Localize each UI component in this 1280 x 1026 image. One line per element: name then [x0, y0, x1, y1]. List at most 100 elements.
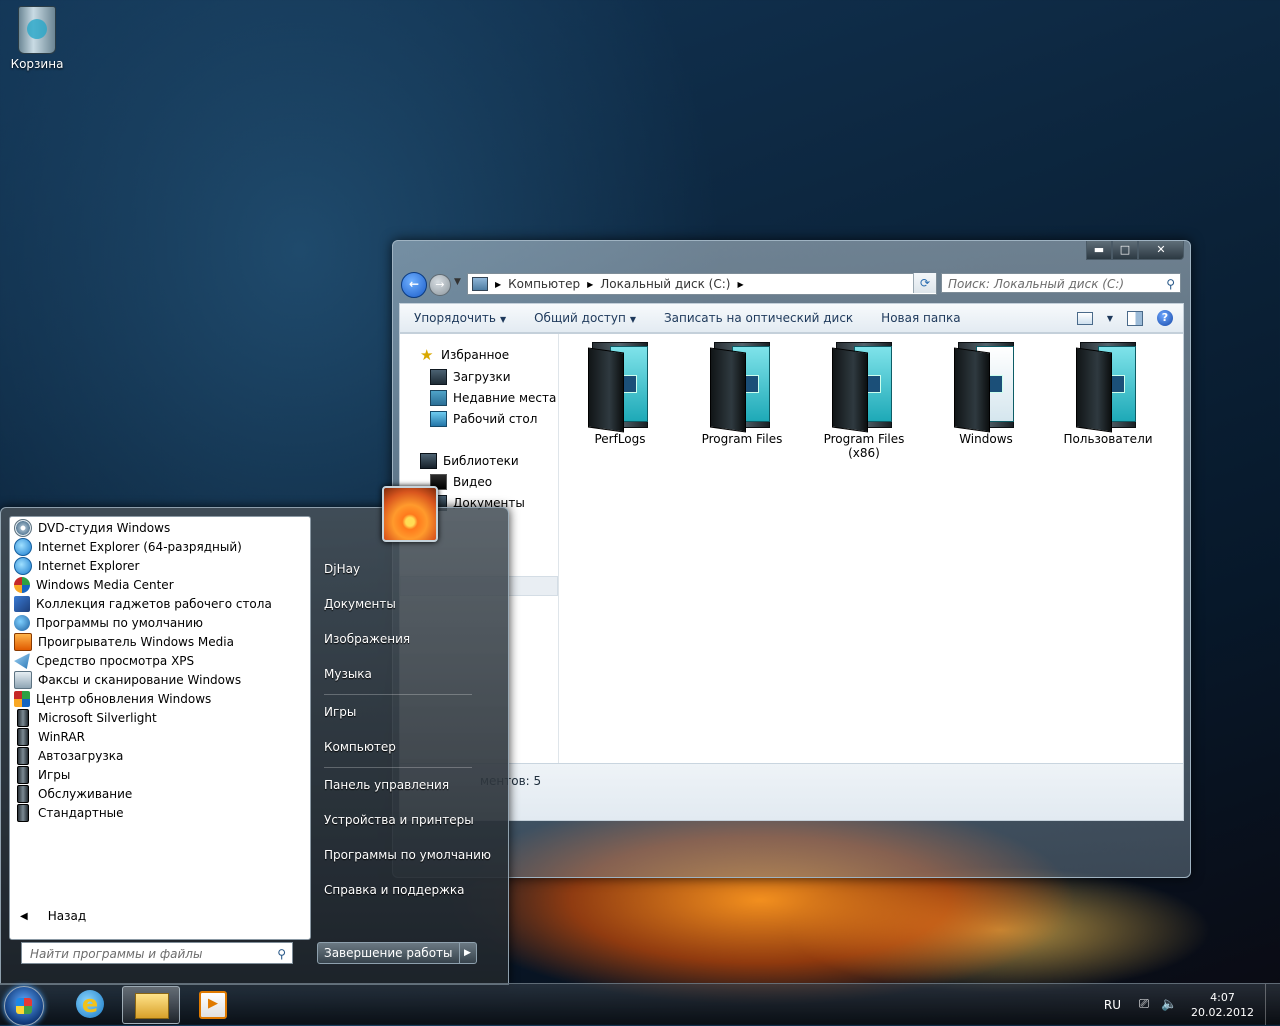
maximize-button[interactable]: □	[1112, 241, 1138, 260]
burn-button[interactable]: Записать на оптический диск	[650, 311, 867, 325]
recent-pages-chevron-icon[interactable]: ▼	[454, 277, 461, 287]
file-item[interactable]: Пользователи	[1053, 340, 1163, 446]
program-item[interactable]: Проигрыватель Windows Media	[14, 633, 234, 651]
xps-viewer-icon	[14, 653, 30, 669]
nav-desktop[interactable]: Рабочий стол	[430, 411, 537, 427]
program-item[interactable]: Программы по умолчанию	[14, 614, 203, 632]
command-bar: Упорядочить ▼ Общий доступ ▼ Записать на о…	[399, 303, 1184, 333]
breadcrumb-local-disk[interactable]: Локальный диск (C:)	[600, 277, 730, 291]
chevron-down-icon: ▼	[499, 315, 507, 324]
fax-scan-icon	[14, 671, 32, 689]
share-button[interactable]: Общий доступ ▼	[520, 311, 650, 325]
search-input[interactable]: Поиск: Локальный диск (C:) ⚲	[941, 273, 1181, 293]
help-icon[interactable]: ?	[1157, 310, 1173, 326]
internet-explorer-icon	[14, 557, 32, 575]
program-folder[interactable]: Автозагрузка	[14, 747, 123, 765]
file-name-suffix: (x86)	[848, 446, 880, 460]
search-icon[interactable]: ⚲	[1166, 274, 1175, 294]
devices-printers-link[interactable]: Устройства и принтеры	[324, 813, 474, 827]
show-desktop-button[interactable]	[1265, 984, 1280, 1025]
forward-arrow-icon[interactable]: →	[429, 274, 451, 296]
program-item[interactable]: Windows Media Center	[14, 576, 174, 594]
program-item[interactable]: Средство просмотра XPS	[14, 652, 194, 670]
pictures-link[interactable]: Изображения	[324, 632, 410, 646]
language-indicator[interactable]: RU	[1104, 998, 1121, 1012]
user-folder-link[interactable]: DjHay	[324, 562, 360, 576]
control-panel-link[interactable]: Панель управления	[324, 778, 449, 792]
default-programs-link[interactable]: Программы по умолчанию	[324, 848, 491, 862]
start-button[interactable]	[4, 986, 44, 1026]
libraries-icon	[420, 453, 437, 469]
recycle-bin[interactable]: Корзина	[8, 6, 66, 71]
chevron-down-icon[interactable]: ▼	[1107, 314, 1113, 323]
program-item[interactable]: Факсы и сканирование Windows	[14, 671, 241, 689]
taskbar-internet-explorer[interactable]: e	[62, 986, 118, 1022]
user-avatar[interactable]	[382, 486, 438, 542]
shutdown-options-arrow-icon[interactable]: ▶	[459, 942, 477, 964]
program-item[interactable]: Internet Explorer (64-разрядный)	[14, 538, 242, 556]
music-link[interactable]: Музыка	[324, 667, 372, 681]
program-folder[interactable]: WinRAR	[14, 728, 85, 746]
windows-update-icon	[14, 691, 30, 707]
nav-downloads[interactable]: Загрузки	[430, 369, 511, 385]
file-item[interactable]: Program Files (x86)	[809, 340, 919, 460]
program-folder[interactable]: Microsoft Silverlight	[14, 709, 157, 727]
nav-favorites[interactable]: ★ Избранное	[420, 348, 509, 363]
recycle-bin-icon	[18, 6, 56, 54]
refresh-icon[interactable]: ⟳	[913, 273, 936, 293]
clock-date: 20.02.2012	[1191, 1005, 1254, 1019]
documents-link[interactable]: Документы	[324, 597, 396, 611]
minimize-button[interactable]: ▬	[1086, 241, 1112, 260]
network-icon[interactable]: ⎚	[1137, 997, 1151, 1012]
taskbar-explorer[interactable]	[122, 986, 180, 1024]
help-support-link[interactable]: Справка и поддержка	[324, 883, 465, 897]
program-item[interactable]: Центр обновления Windows	[14, 690, 211, 708]
organize-button[interactable]: Упорядочить ▼	[400, 311, 520, 325]
explorer-window[interactable]: ▬ □ ✕ ← → ▼ ▶ Компьютер ▶ Локальный диск…	[392, 240, 1191, 878]
clock[interactable]: 4:07 20.02.2012	[1191, 990, 1254, 1020]
change-view-icon[interactable]	[1076, 311, 1093, 325]
games-link[interactable]: Игры	[324, 705, 356, 719]
internet-explorer-icon: e	[76, 990, 104, 1018]
program-item[interactable]: Коллекция гаджетов рабочего стола	[14, 595, 272, 613]
program-folder[interactable]: Обслуживание	[14, 785, 132, 803]
media-center-icon	[14, 577, 30, 593]
program-folder[interactable]: Стандартные	[14, 804, 124, 822]
nav-recent-places[interactable]: Недавние места	[430, 390, 556, 406]
dvd-maker-icon	[14, 519, 32, 537]
folder-icon	[17, 728, 29, 746]
back-label: Назад	[47, 909, 87, 923]
recent-places-icon	[430, 390, 447, 406]
computer-link[interactable]: Компьютер	[324, 740, 396, 754]
internet-explorer-icon	[14, 538, 32, 556]
file-item[interactable]: PerfLogs	[565, 340, 675, 446]
nav-libraries[interactable]: Библиотеки	[420, 453, 519, 469]
file-item[interactable]: Windows	[931, 340, 1041, 446]
nav-video[interactable]: Видео	[430, 474, 492, 490]
back-arrow-icon[interactable]: ←	[401, 272, 427, 298]
shutdown-control: Завершение работы ▶	[317, 942, 477, 964]
start-search-input[interactable]: Найти программы и файлы ⚲	[21, 942, 293, 964]
search-icon[interactable]: ⚲	[277, 943, 286, 965]
close-button[interactable]: ✕	[1138, 241, 1184, 260]
shutdown-button[interactable]: Завершение работы	[317, 942, 460, 964]
desktop-icon	[430, 411, 447, 427]
back-button[interactable]: ◀ Назад	[20, 909, 86, 923]
breadcrumb-chevron-icon[interactable]: ▶	[587, 280, 593, 289]
folder-icon	[17, 709, 29, 727]
folder-icon	[954, 340, 1018, 433]
program-item[interactable]: DVD-студия Windows	[14, 519, 170, 537]
folder-icon	[17, 766, 29, 784]
taskbar-media-player[interactable]: ▶	[182, 986, 238, 1022]
breadcrumb-chevron-icon[interactable]: ▶	[737, 280, 743, 289]
file-item[interactable]: Program Files	[687, 340, 797, 446]
breadcrumb-chevron-icon[interactable]: ▶	[495, 280, 501, 289]
breadcrumb-computer[interactable]: Компьютер	[508, 277, 580, 291]
preview-pane-icon[interactable]	[1127, 310, 1143, 326]
program-folder[interactable]: Игры	[14, 766, 70, 784]
volume-icon[interactable]: 🔈	[1161, 997, 1177, 1012]
media-player-icon	[14, 633, 32, 651]
program-item[interactable]: Internet Explorer	[14, 557, 139, 575]
new-folder-button[interactable]: Новая папка	[867, 311, 974, 325]
address-bar[interactable]: ▶ Компьютер ▶ Локальный диск (C:) ▶ ▼	[467, 273, 937, 295]
